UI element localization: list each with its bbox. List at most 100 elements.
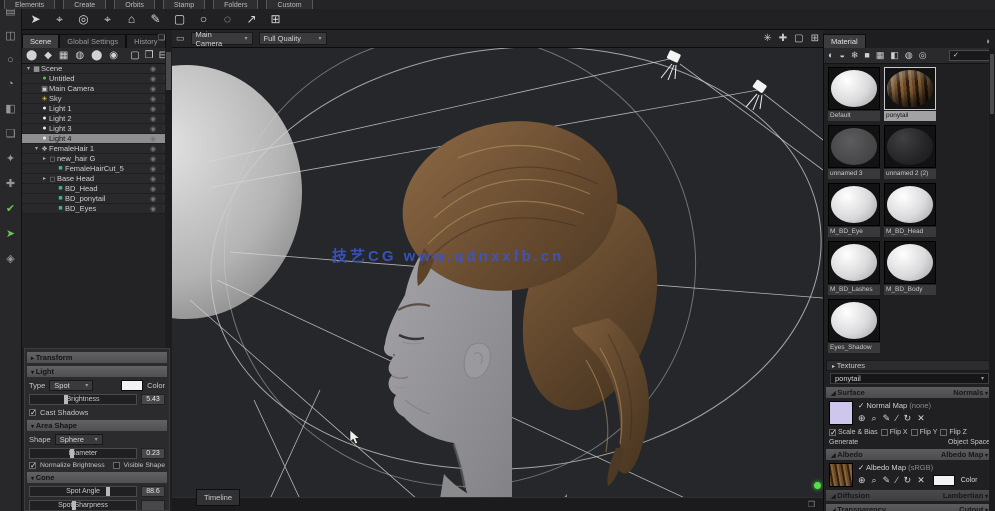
spot-sharpness-value[interactable]: [141, 500, 165, 511]
material-thumbnail[interactable]: [828, 241, 880, 284]
layout-grid-icon[interactable]: ⊞: [811, 33, 819, 44]
spot-angle-slider[interactable]: Spot Angle: [29, 486, 137, 497]
surface-checkbox[interactable]: Scale & Bias: [829, 429, 878, 436]
visibility-toggle[interactable]: ◉: [147, 85, 159, 93]
menu-button[interactable]: Folders: [213, 0, 258, 9]
surface-checkbox[interactable]: Flip Y: [911, 429, 938, 436]
map-action-icon[interactable]: ∕: [896, 475, 898, 486]
add-plane-icon[interactable]: ▦: [59, 50, 68, 61]
tree-row[interactable]: Light 3 ◉ ◌: [22, 124, 171, 134]
character-head-model[interactable]: [384, 105, 678, 497]
light-section-header[interactable]: Light: [27, 366, 167, 377]
add-sphere-icon[interactable]: ⬤: [91, 50, 102, 61]
load-material-icon[interactable]: ◒: [839, 50, 844, 61]
tree-row[interactable]: ▾ FemaleHair 1 ◉ ◌: [22, 144, 171, 154]
Default[interactable]: Default: [828, 67, 880, 121]
split-preview-icon[interactable]: ◧: [890, 50, 899, 61]
timeline-tab[interactable]: Timeline: [196, 489, 240, 506]
map-action-icon[interactable]: ✎: [883, 475, 891, 486]
spot-light-gizmo-2[interactable]: [746, 79, 767, 110]
tree-row[interactable]: Light 1 ◉ ◌: [22, 104, 171, 114]
object-space-label[interactable]: Object Space: [948, 439, 990, 446]
visibility-toggle[interactable]: ◉: [147, 75, 159, 83]
expand-caret[interactable]: ▸: [41, 155, 48, 162]
render-icon[interactable]: ✳: [763, 33, 771, 44]
effects-icon[interactable]: ✦: [6, 152, 15, 165]
normal-map-thumbnail[interactable]: [829, 401, 853, 425]
textures-header[interactable]: Textures: [826, 360, 993, 371]
map-action-icon[interactable]: ∕: [896, 413, 898, 424]
visibility-toggle[interactable]: ◉: [147, 105, 159, 113]
detach-panel-icon[interactable]: ❏: [158, 33, 165, 42]
material-thumbnail[interactable]: [884, 183, 936, 226]
viewport-3d[interactable]: 技艺CG www.qdnxxfb.cn: [172, 48, 823, 497]
visible-shape-checkbox[interactable]: [113, 462, 120, 469]
play-icon[interactable]: ➤: [6, 227, 15, 240]
tree-row[interactable]: Untitled ◉ ◌: [22, 74, 171, 84]
visibility-toggle[interactable]: ◉: [147, 115, 159, 123]
map-action-icon[interactable]: ⊕: [858, 413, 866, 424]
lasso-select-icon[interactable]: ◌: [220, 12, 235, 26]
brightness-slider[interactable]: Brightness: [29, 394, 137, 405]
visibility-toggle[interactable]: ◉: [147, 175, 159, 183]
M_BD_Head[interactable]: M_BD_Head: [884, 183, 936, 237]
grid-view-icon[interactable]: ▦: [876, 50, 885, 61]
transparency-mode-dropdown[interactable]: Cutout: [959, 504, 988, 511]
rotate-tool-icon[interactable]: ◎: [76, 12, 91, 26]
light-type-dropdown[interactable]: Spot: [49, 380, 93, 391]
panel-tab[interactable]: Scene: [22, 34, 59, 48]
paint-tool-icon[interactable]: ✎: [148, 12, 163, 26]
visibility-toggle[interactable]: ◉: [147, 205, 159, 213]
transform-section-header[interactable]: Transform: [27, 352, 167, 363]
map-action-icon[interactable]: ⌕: [872, 475, 877, 486]
material-tab[interactable]: Material: [823, 34, 866, 48]
map-action-icon[interactable]: ⊕: [858, 475, 866, 486]
add-view-icon[interactable]: ✚: [779, 33, 787, 44]
surface-section-header[interactable]: Surface Normals: [826, 387, 993, 398]
apply-icon[interactable]: ✔: [6, 202, 15, 215]
map-action-icon[interactable]: ✎: [883, 413, 891, 424]
map-action-icon[interactable]: ⌕: [872, 413, 877, 424]
spot-sharpness-slider[interactable]: Spot Sharpness: [29, 500, 137, 511]
new-material-icon[interactable]: ◐: [828, 50, 833, 61]
M_BD_Eye[interactable]: M_BD_Eye: [828, 183, 880, 237]
tree-row[interactable]: Light 4 ◉ ◌: [22, 134, 171, 144]
scene-scrollbar[interactable]: [165, 48, 172, 348]
quality-dropdown[interactable]: Full Quality: [259, 32, 327, 45]
diffusion-section-header[interactable]: Diffusion Lambertian: [826, 490, 993, 501]
cast-shadows-checkbox[interactable]: [29, 409, 36, 416]
refresh-preview-icon[interactable]: ❄: [851, 50, 859, 61]
marquee-select-icon[interactable]: ▢: [172, 12, 187, 26]
select-cursor-icon[interactable]: ➤: [28, 12, 43, 26]
visibility-toggle[interactable]: ◉: [147, 95, 159, 103]
tree-row[interactable]: ▸ new_hair G ◉ ◌: [22, 154, 171, 164]
albedo-mode-dropdown[interactable]: Albedo Map: [941, 449, 988, 460]
tree-row[interactable]: Light 2 ◉ ◌: [22, 114, 171, 124]
visibility-toggle[interactable]: ◉: [147, 155, 159, 163]
timeline-bar[interactable]: ❒: [172, 497, 823, 511]
material-scrollbar[interactable]: [989, 48, 995, 511]
material-filter-input[interactable]: ✓: [949, 50, 991, 61]
map-action-icon[interactable]: ✕: [917, 413, 925, 424]
add-object-icon[interactable]: ✚: [6, 177, 15, 190]
albedo-map-thumbnail[interactable]: [829, 463, 853, 487]
visibility-toggle[interactable]: ◉: [147, 65, 159, 73]
diameter-slider[interactable]: Diameter: [29, 448, 137, 459]
spot-light-gizmo-1[interactable]: [661, 50, 681, 80]
blank-preview-icon[interactable]: ■: [864, 50, 869, 61]
material-selector-dropdown[interactable]: ponytail: [830, 373, 989, 384]
expand-caret[interactable]: ▾: [33, 145, 40, 152]
scale-tool-icon[interactable]: ⌖: [100, 12, 115, 27]
Eyes_Shadow[interactable]: Eyes_Shadow: [828, 299, 880, 353]
add-camera-icon[interactable]: ◆: [44, 50, 52, 61]
add-sky-icon[interactable]: ◍: [75, 50, 84, 61]
unnamed 3[interactable]: unnamed 3: [828, 125, 880, 179]
tree-row[interactable]: BD_Eyes ◉ ◌: [22, 204, 171, 214]
expand-caret[interactable]: ▾: [25, 65, 32, 72]
unnamed 2 (2)[interactable]: unnamed 2 (2): [884, 125, 936, 179]
add-light-icon[interactable]: ⬤: [26, 50, 37, 61]
expand-caret[interactable]: ▸: [41, 175, 48, 182]
surface-checkbox[interactable]: Flip X: [881, 429, 908, 436]
grid-snap-icon[interactable]: ⊞: [268, 12, 283, 26]
surface-mode-dropdown[interactable]: Normals: [953, 387, 988, 398]
